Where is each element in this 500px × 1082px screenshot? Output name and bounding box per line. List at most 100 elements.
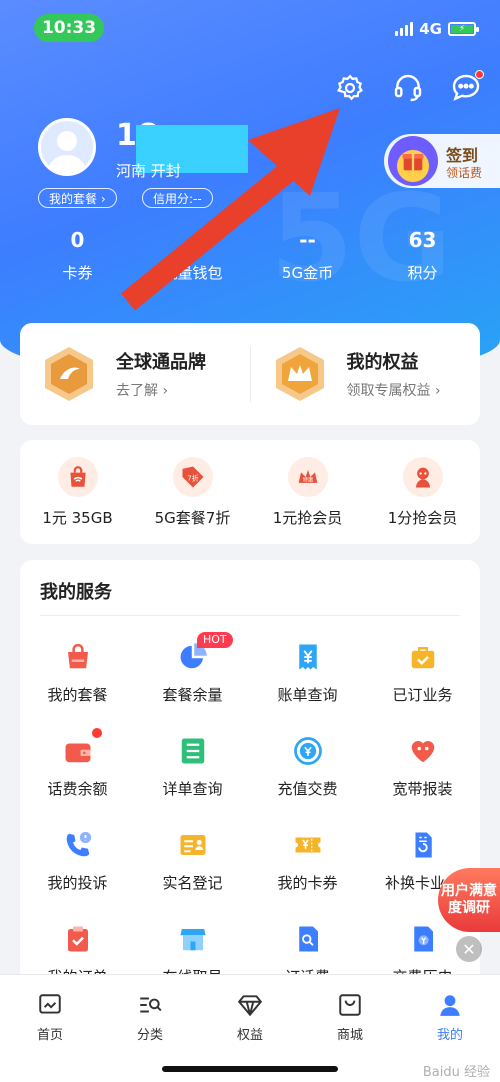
stat-coupons[interactable]: 0 卡券 xyxy=(20,228,135,283)
credit-score-pill[interactable]: 信用分:-- xyxy=(142,188,213,208)
user-icon xyxy=(437,992,463,1018)
service-label: 宽带报装 xyxy=(392,780,453,798)
sim-icon xyxy=(406,828,440,862)
bottom-tab-bar: 首页 分类 权益 商城 我的 Baidu 经验 xyxy=(0,974,500,1082)
wifi-bag-icon xyxy=(57,456,98,497)
promo-item[interactable]: 1元 35GB xyxy=(20,456,135,528)
service-my-package[interactable]: 我的套餐 xyxy=(20,620,135,714)
close-icon[interactable]: ✕ xyxy=(456,936,482,962)
promo-item[interactable]: 1分抢会员 xyxy=(365,456,480,528)
clipboard-icon xyxy=(61,922,95,956)
gift-icon xyxy=(388,136,438,186)
discount-tag-icon: 7折 xyxy=(172,456,213,497)
tab-label: 首页 xyxy=(36,1028,63,1043)
tab-label: 商城 xyxy=(336,1028,363,1043)
service-detail-query[interactable]: 详单查询 xyxy=(135,714,250,808)
crown-icon xyxy=(273,345,327,403)
tab-label: 我的 xyxy=(436,1028,463,1043)
history-icon xyxy=(406,922,440,956)
service-subscribed[interactable]: 已订业务 xyxy=(365,620,480,714)
survey-line-2: 度调研 xyxy=(448,900,490,916)
settings-icon[interactable] xyxy=(332,70,368,106)
satisfaction-survey-button[interactable]: 用户满意 度调研 xyxy=(438,868,500,932)
service-label: 账单查询 xyxy=(277,686,338,704)
bag-icon xyxy=(61,640,95,674)
category-search-icon xyxy=(137,992,163,1018)
promo-card: 1元 35GB 7折 5G套餐7折 特惠 1元抢会员 1分抢会员 xyxy=(20,440,480,544)
stat-data-wallet[interactable]: 流量钱包 xyxy=(135,228,250,283)
service-label: 充值交费 xyxy=(277,780,338,798)
tab-mine[interactable]: 我的 xyxy=(400,975,500,1047)
unread-dot xyxy=(475,70,484,79)
checkin-button[interactable]: 签到 领话费 xyxy=(384,134,500,188)
network-type: 4G xyxy=(419,20,442,38)
promo-label: 1元 35GB xyxy=(42,508,113,527)
svg-text:7折: 7折 xyxy=(187,473,198,482)
service-label: 详单查询 xyxy=(162,780,223,798)
brand-title: 全球通品牌 xyxy=(116,352,206,373)
tab-label: 分类 xyxy=(136,1028,163,1043)
promo-label: 5G套餐7折 xyxy=(154,508,231,527)
service-recharge[interactable]: 充值交费 xyxy=(250,714,365,808)
shop-bag-icon xyxy=(337,992,363,1018)
checkin-title: 签到 xyxy=(446,146,479,165)
yuan-refresh-icon xyxy=(291,734,325,768)
coupon-icon xyxy=(291,828,325,862)
message-icon[interactable] xyxy=(448,70,484,106)
service-label: 实名登记 xyxy=(162,874,223,892)
my-package-pill[interactable]: 我的套餐 › xyxy=(38,188,117,208)
home-icon xyxy=(37,992,63,1018)
checkin-subtitle: 领话费 xyxy=(446,166,483,180)
service-balance[interactable]: 话费余额 xyxy=(20,714,135,808)
promo-item[interactable]: 特惠 1元抢会员 xyxy=(250,456,365,528)
svg-text:特惠: 特惠 xyxy=(302,475,313,483)
stat-5g-coins[interactable]: -- 5G金币 xyxy=(250,228,365,283)
service-label: 套餐余量 xyxy=(162,686,223,704)
mascot-icon xyxy=(402,456,443,497)
brand-card: 全球通品牌 去了解 › 我的权益 领取专属权益 › xyxy=(20,323,480,425)
service-complaint[interactable]: 我的投诉 xyxy=(20,808,135,902)
hot-badge: HOT xyxy=(197,632,233,648)
service-label: 我的卡券 xyxy=(277,874,338,892)
diamond-icon xyxy=(237,992,263,1018)
brand-subtitle: 领取专属权益 › xyxy=(346,383,441,399)
avatar[interactable] xyxy=(38,118,96,176)
home-indicator xyxy=(162,1066,338,1072)
promo-item[interactable]: 7折 5G套餐7折 xyxy=(135,456,250,528)
tab-rights[interactable]: 权益 xyxy=(200,975,300,1047)
service-broadband[interactable]: 宽带报装 xyxy=(365,714,480,808)
service-label: 已订业务 xyxy=(392,686,453,704)
wallet-icon xyxy=(61,734,95,768)
list-icon xyxy=(176,734,210,768)
battery-icon: ⚡ xyxy=(448,22,479,36)
tab-home[interactable]: 首页 xyxy=(0,975,100,1047)
tab-mall[interactable]: 商城 xyxy=(300,975,400,1047)
tab-label: 权益 xyxy=(236,1028,263,1043)
signal-icon xyxy=(395,22,414,36)
promo-label: 1分抢会员 xyxy=(387,508,458,527)
survey-line-1: 用户满意 xyxy=(441,883,497,900)
bill-icon xyxy=(291,640,325,674)
global-brand-icon xyxy=(42,345,96,403)
tab-category[interactable]: 分类 xyxy=(100,975,200,1047)
brand-item-global[interactable]: 全球通品牌 去了解 › xyxy=(20,345,250,403)
brand-item-rights[interactable]: 我的权益 领取专属权益 › xyxy=(251,345,481,403)
brand-subtitle: 去了解 › xyxy=(116,383,169,399)
service-grid: 我的套餐 HOT 套餐余量 账单查询 已订业务 话费余额 详单查询 充值交费 宽… xyxy=(20,620,480,996)
heart-icon xyxy=(406,734,440,768)
service-package-balance[interactable]: HOT 套餐余量 xyxy=(135,620,250,714)
service-label: 话费余额 xyxy=(47,780,108,798)
services-card: 我的服务 我的套餐 HOT 套餐余量 账单查询 已订业务 话费余额 详单查询 充… xyxy=(20,560,480,1020)
stat-points[interactable]: 63 积分 xyxy=(365,228,480,283)
service-real-name[interactable]: 实名登记 xyxy=(135,808,250,902)
divider xyxy=(40,615,460,616)
account-stats: 0 卡券 流量钱包 -- 5G金币 63 积分 xyxy=(20,228,480,283)
crown-badge-icon: 特惠 xyxy=(287,456,328,497)
service-my-coupons[interactable]: 我的卡券 xyxy=(250,808,365,902)
header-actions xyxy=(332,70,484,106)
service-bill-query[interactable]: 账单查询 xyxy=(250,620,365,714)
region-label: 河南 开封 xyxy=(116,162,181,180)
service-label: 我的投诉 xyxy=(47,874,108,892)
customer-service-icon[interactable] xyxy=(390,70,426,106)
notification-dot xyxy=(92,728,102,738)
